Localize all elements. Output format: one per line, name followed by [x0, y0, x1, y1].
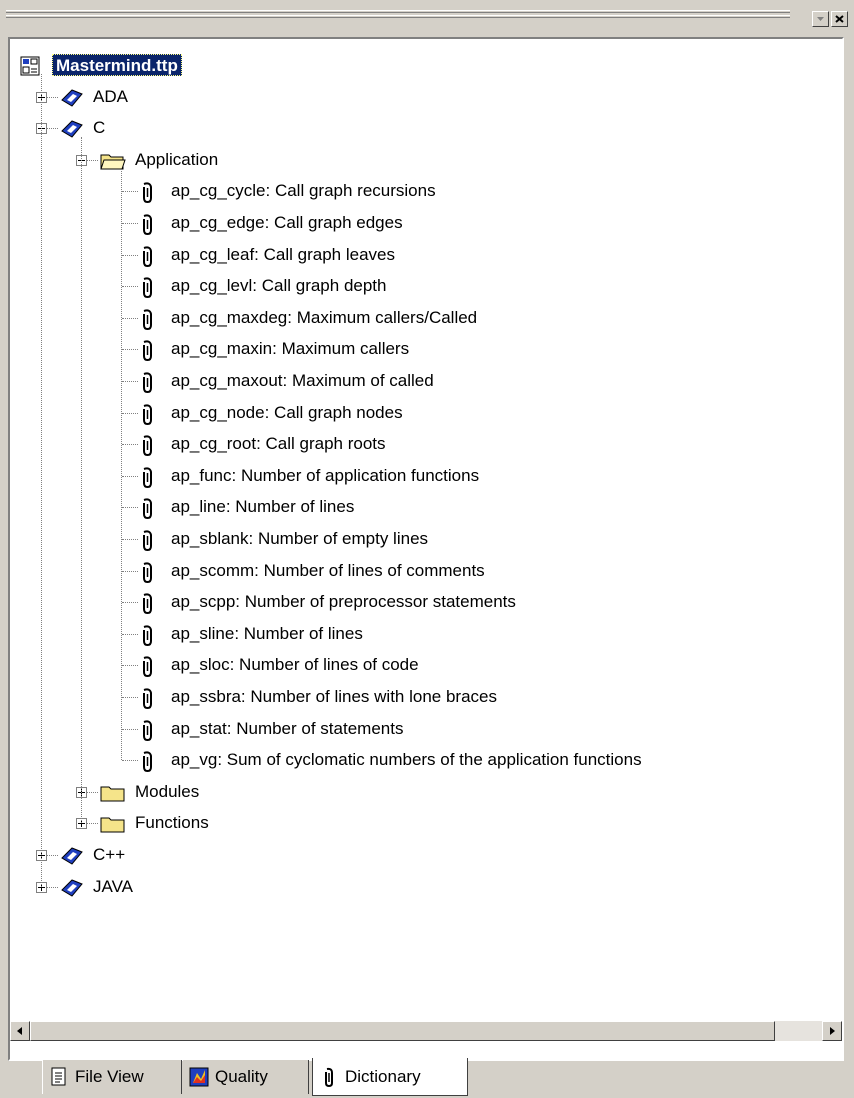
- tab-label: Quality: [215, 1067, 268, 1086]
- panel-titlebar[interactable]: [0, 0, 854, 36]
- tree-item-metric[interactable]: ap_sblank: Number of empty lines: [168, 528, 431, 550]
- quality-icon: [189, 1067, 209, 1087]
- metric-icon: [140, 211, 156, 237]
- metric-icon: [140, 559, 156, 585]
- tree-item-metric[interactable]: ap_scpp: Number of preprocessor statemen…: [168, 591, 519, 613]
- tree-item-modules[interactable]: Modules: [132, 781, 202, 803]
- tree-item-cpp[interactable]: C++: [90, 844, 128, 866]
- tree-item-metric[interactable]: ap_cg_levl: Call graph depth: [168, 275, 389, 297]
- tree-item-application[interactable]: Application: [132, 149, 221, 171]
- folder-icon: [100, 780, 126, 806]
- tree-item-metric[interactable]: ap_cg_edge: Call graph edges: [168, 212, 406, 234]
- tree-item-c[interactable]: C: [90, 117, 108, 139]
- view-tabs: File View Quality Dictionary: [0, 1058, 854, 1098]
- horizontal-scrollbar[interactable]: [10, 1021, 842, 1041]
- drag-grip[interactable]: [6, 10, 790, 22]
- tab-quality[interactable]: Quality: [183, 1060, 309, 1094]
- minimize-button[interactable]: [812, 11, 829, 27]
- tree-item-metric[interactable]: ap_cg_node: Call graph nodes: [168, 402, 406, 424]
- tree-item-metric[interactable]: ap_cg_maxout: Maximum of called: [168, 370, 437, 392]
- language-icon: [60, 843, 84, 869]
- metric-icon: [140, 622, 156, 648]
- metric-icon: [140, 306, 156, 332]
- project-icon: [20, 53, 40, 79]
- tab-label: Dictionary: [345, 1066, 421, 1086]
- tree-item-java[interactable]: JAVA: [90, 876, 136, 898]
- metric-icon: [140, 464, 156, 490]
- close-button[interactable]: [831, 11, 848, 27]
- tree-item-metric[interactable]: ap_scomm: Number of lines of comments: [168, 560, 488, 582]
- tree-item-metric[interactable]: ap_sline: Number of lines: [168, 623, 366, 645]
- metric-icon: [140, 495, 156, 521]
- tree-item-metric[interactable]: ap_cg_maxdeg: Maximum callers/Called: [168, 307, 480, 329]
- metric-icon: [140, 179, 156, 205]
- document-icon: [49, 1067, 69, 1087]
- scroll-left-button[interactable]: [10, 1021, 30, 1041]
- language-icon: [60, 875, 84, 901]
- tab-label: File View: [75, 1067, 144, 1086]
- tree-item-metric[interactable]: ap_line: Number of lines: [168, 496, 357, 518]
- metric-icon: [140, 337, 156, 363]
- metric-icon: [140, 748, 156, 774]
- close-icon: [835, 15, 844, 23]
- tree-item-ada[interactable]: ADA: [90, 86, 131, 108]
- metric-icon: [140, 527, 156, 553]
- tree-item-functions[interactable]: Functions: [132, 812, 212, 834]
- dictionary-icon: [319, 1067, 339, 1087]
- chevron-down-icon: [817, 17, 824, 21]
- metric-icon: [140, 653, 156, 679]
- metric-icon: [140, 717, 156, 743]
- tree-item-metric[interactable]: ap_vg: Sum of cyclomatic numbers of the …: [168, 749, 645, 771]
- metric-icon: [140, 590, 156, 616]
- folder-icon: [100, 811, 126, 837]
- tree-item-metric[interactable]: ap_cg_leaf: Call graph leaves: [168, 244, 398, 266]
- tree-item-metric[interactable]: ap_ssbra: Number of lines with lone brac…: [168, 686, 500, 708]
- language-icon: [60, 85, 84, 111]
- metric-icon: [140, 243, 156, 269]
- metric-icon: [140, 401, 156, 427]
- metric-icon: [140, 369, 156, 395]
- arrow-left-icon: [17, 1027, 22, 1035]
- metric-icon: [140, 432, 156, 458]
- tree-item-metric[interactable]: ap_cg_cycle: Call graph recursions: [168, 180, 439, 202]
- tree-item-metric[interactable]: ap_sloc: Number of lines of code: [168, 654, 422, 676]
- scroll-right-button[interactable]: [822, 1021, 842, 1041]
- tree-root-label[interactable]: Mastermind.ttp: [52, 54, 182, 76]
- tab-dictionary[interactable]: Dictionary: [312, 1058, 468, 1096]
- dictionary-tree[interactable]: Mastermind.ttp ADA C Application ap_cg_cycle…: [8, 37, 844, 1061]
- tab-file-view[interactable]: File View: [42, 1060, 182, 1094]
- tree-item-metric[interactable]: ap_func: Number of application functions: [168, 465, 482, 487]
- tree-item-metric[interactable]: ap_cg_maxin: Maximum callers: [168, 338, 412, 360]
- tree-item-metric[interactable]: ap_cg_root: Call graph roots: [168, 433, 389, 455]
- arrow-right-icon: [830, 1027, 835, 1035]
- tree-item-metric[interactable]: ap_stat: Number of statements: [168, 718, 406, 740]
- metric-icon: [140, 685, 156, 711]
- scroll-thumb[interactable]: [30, 1021, 775, 1041]
- metric-icon: [140, 274, 156, 300]
